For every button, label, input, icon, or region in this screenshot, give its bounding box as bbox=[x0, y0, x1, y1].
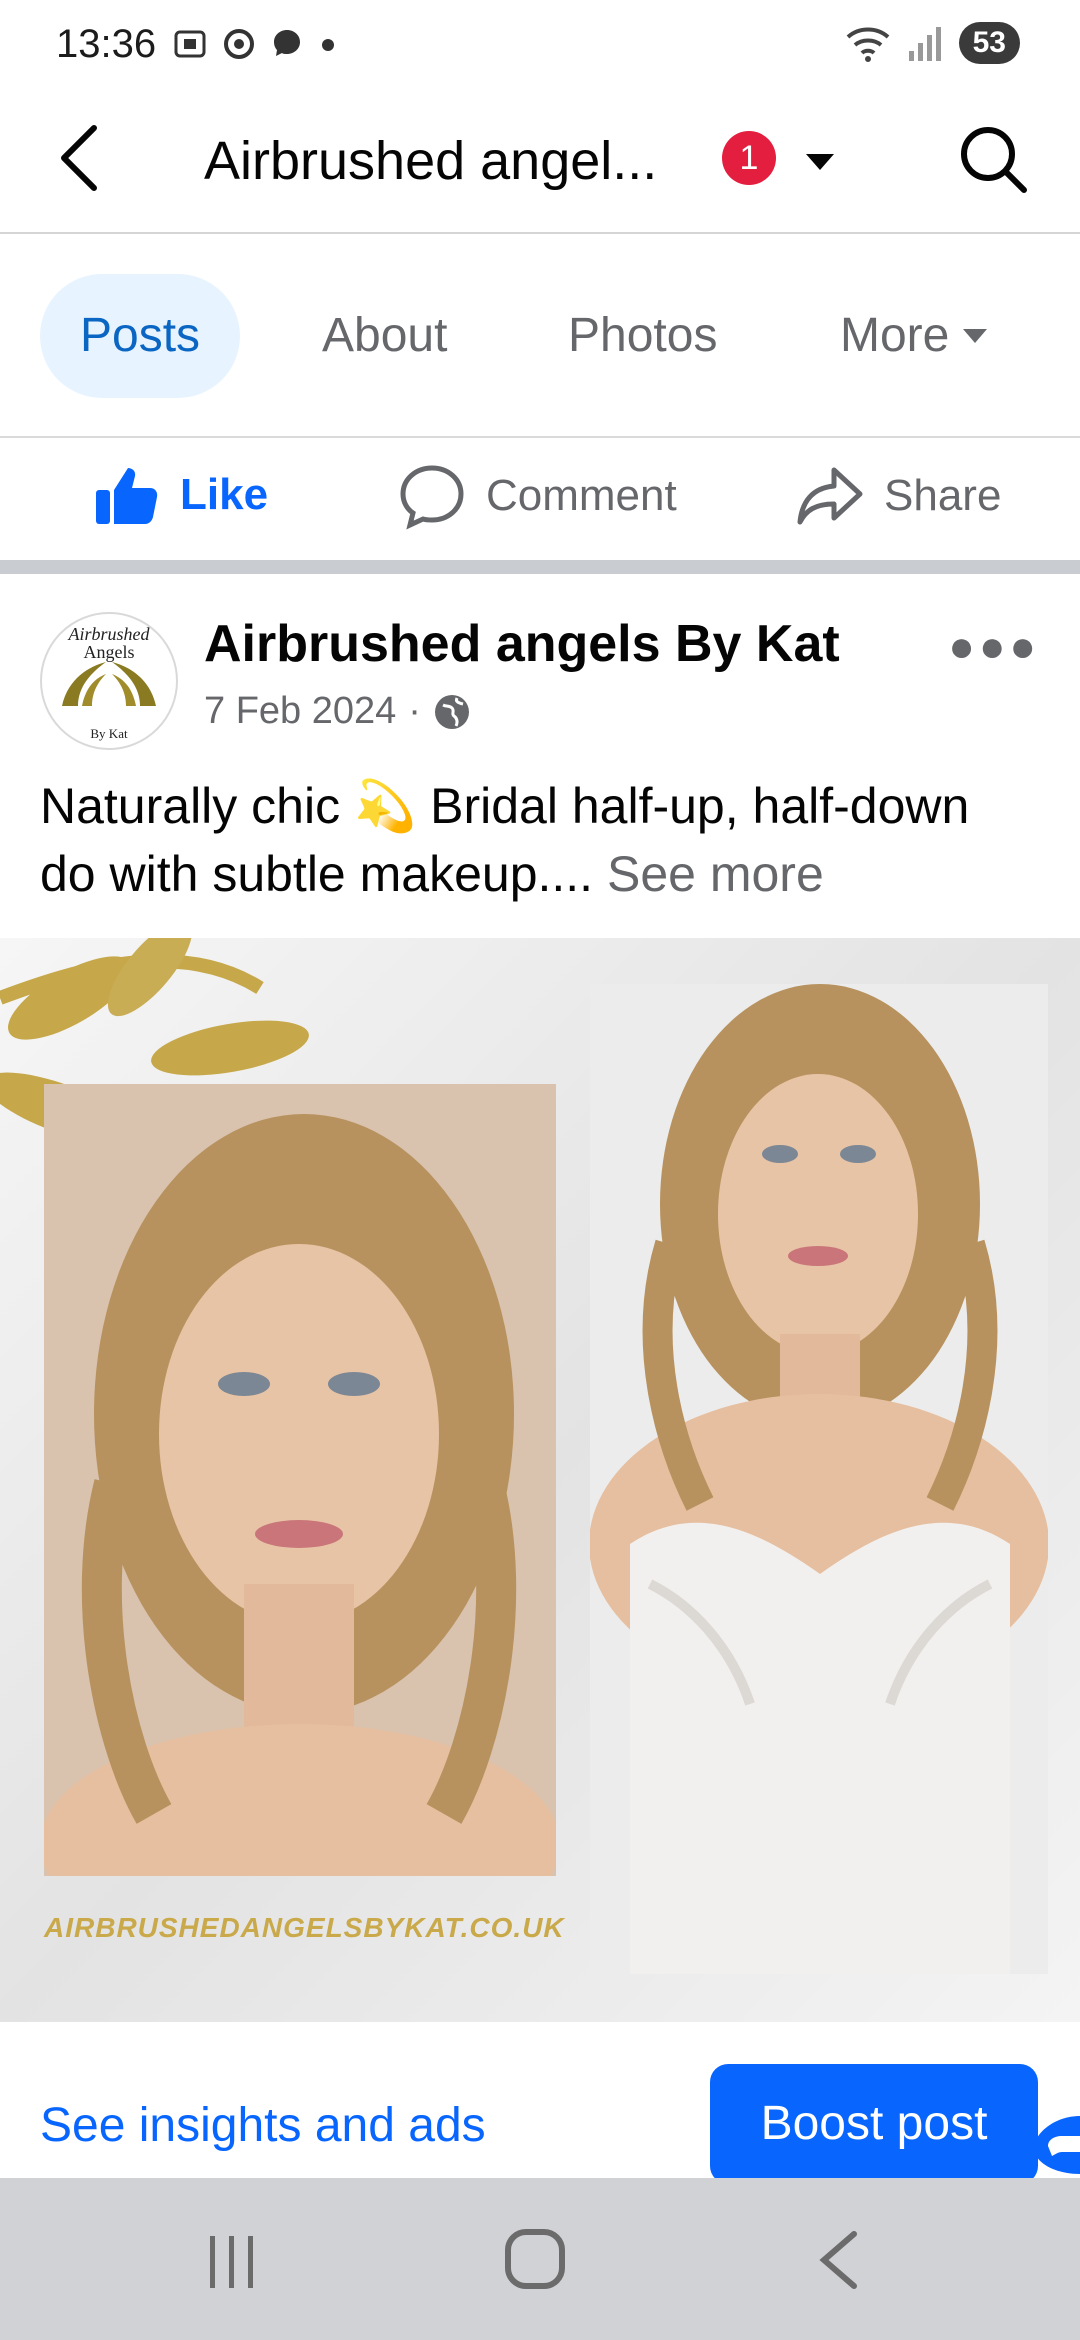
share-icon bbox=[797, 467, 863, 525]
system-nav-bar bbox=[0, 2178, 1080, 2340]
post-meta: 7 Feb 2024 · bbox=[204, 690, 471, 733]
home-icon[interactable] bbox=[504, 2228, 566, 2290]
comment-button[interactable]: Comment bbox=[398, 462, 677, 530]
signal-icon bbox=[908, 27, 941, 61]
comment-icon bbox=[400, 465, 464, 530]
status-icons-right: 53 bbox=[845, 22, 1020, 64]
section-divider bbox=[0, 560, 1080, 574]
notification-badge[interactable]: 1 bbox=[722, 131, 776, 185]
see-more-link[interactable]: See more bbox=[607, 846, 824, 902]
post-author[interactable]: Airbrushed angels By Kat bbox=[204, 614, 840, 674]
website-watermark: AIRBRUSHEDANGELSBYKAT.CO.UK bbox=[44, 1912, 565, 1943]
thumbs-up-icon bbox=[96, 468, 158, 524]
tab-about[interactable]: About bbox=[322, 274, 447, 398]
logo-text-bottom: By Kat bbox=[90, 726, 128, 741]
status-bar: 13:36 53 bbox=[0, 0, 1080, 100]
caption-line-2: do with subtle makeup.... See more bbox=[40, 840, 1050, 908]
battery-indicator: 53 bbox=[958, 22, 1020, 64]
logo-text-top: Airbrushed bbox=[68, 624, 151, 644]
wifi-icon bbox=[846, 27, 889, 62]
logo-text-mid: Angels bbox=[84, 642, 135, 662]
bride-portrait-closeup bbox=[44, 1084, 556, 1876]
chat-bubble-icon[interactable] bbox=[1034, 2116, 1080, 2174]
meta-separator: · bbox=[408, 690, 421, 732]
like-label: Like bbox=[180, 470, 269, 519]
share-label: Share bbox=[884, 471, 1002, 520]
comment-label: Comment bbox=[486, 471, 677, 520]
dot-icon bbox=[322, 39, 334, 51]
see-insights-link[interactable]: See insights and ads bbox=[40, 2098, 486, 2153]
globe-icon bbox=[434, 694, 469, 729]
back-icon[interactable] bbox=[816, 2230, 862, 2290]
like-button[interactable]: Like bbox=[94, 462, 268, 528]
boost-post-button[interactable]: Boost post bbox=[710, 2064, 1038, 2184]
brand-logo-icon: Airbrushed Angels By Kat bbox=[62, 624, 156, 741]
tab-more[interactable]: More bbox=[840, 274, 991, 398]
search-icon[interactable] bbox=[956, 122, 1030, 196]
tab-posts[interactable]: Posts bbox=[40, 274, 241, 398]
post-caption: Naturally chic 💫 Bridal half-up, half-do… bbox=[40, 772, 1050, 908]
messenger-icon bbox=[274, 30, 300, 56]
tab-photos[interactable]: Photos bbox=[568, 274, 717, 398]
screenshot-icon bbox=[174, 30, 206, 58]
status-icons-left bbox=[172, 26, 338, 62]
caret-down-icon bbox=[963, 329, 988, 343]
tab-more-label: More bbox=[840, 309, 950, 362]
post-options-icon[interactable]: ●●● bbox=[948, 622, 1040, 672]
bride-portrait-dress bbox=[590, 984, 1048, 1974]
post-date[interactable]: 7 Feb 2024 bbox=[204, 690, 396, 733]
avatar[interactable]: Airbrushed Angels By Kat bbox=[40, 612, 178, 750]
share-button[interactable]: Share bbox=[796, 462, 1001, 530]
page-title[interactable]: Airbrushed angel... bbox=[204, 130, 657, 192]
vpn-icon bbox=[224, 29, 254, 59]
caption-line-1: Naturally chic 💫 Bridal half-up, half-do… bbox=[40, 778, 970, 834]
status-time: 13:36 bbox=[56, 22, 157, 66]
chevron-down-icon[interactable] bbox=[800, 146, 840, 176]
recent-apps-icon[interactable] bbox=[204, 2234, 260, 2290]
back-arrow-icon[interactable] bbox=[56, 122, 106, 194]
caption-line-2-text: do with subtle makeup.... bbox=[40, 846, 594, 902]
